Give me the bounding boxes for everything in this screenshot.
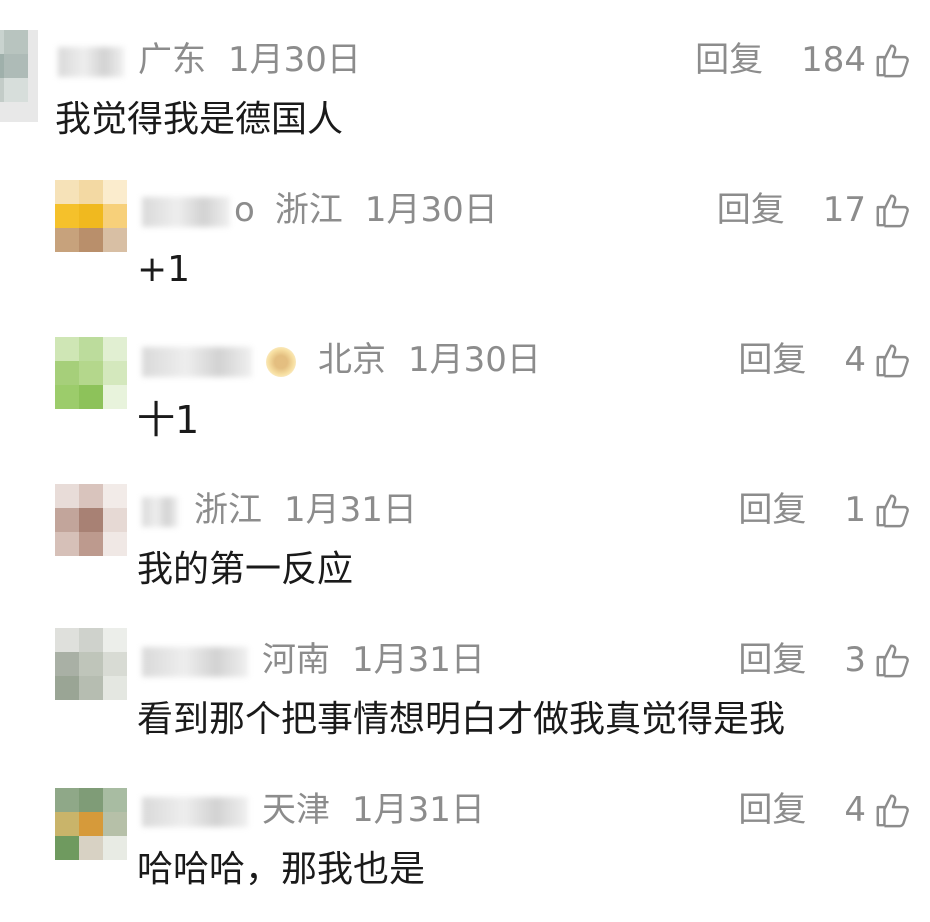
like-count: 3 [844,640,866,680]
comment-meta: 河南 1月31日 [142,634,485,686]
avatar[interactable] [55,337,127,409]
username-blurred[interactable] [142,646,248,677]
comment-region: 河南 [262,640,330,680]
comment-actions: 回复 1 [738,484,912,536]
username-blurred[interactable] [58,46,124,77]
username-blurred[interactable] [142,796,248,827]
comment-date: 1月30日 [364,190,498,230]
comment-actions: 回复 184 [695,34,912,86]
comment-date: 1月31日 [284,490,417,530]
avatar[interactable] [0,30,38,122]
avatar[interactable] [55,180,127,252]
thumbs-up-icon[interactable] [874,191,912,229]
comment-region: 浙江 [194,490,262,530]
like-count: 184 [801,40,866,80]
sunflower-icon [266,346,296,377]
like-count: 4 [844,790,866,830]
comment-actions: 回复 4 [738,784,912,836]
comment-meta: 浙江 1月31日 [142,484,417,536]
comment-meta: 北京 1月30日 [142,334,541,386]
reply-button[interactable]: 回复 [695,34,763,86]
thumbs-up-icon[interactable] [874,791,912,829]
avatar[interactable] [55,628,127,700]
avatar[interactable] [55,788,127,860]
comment-meta: 广东 1月30日 [58,34,361,86]
comment-actions: 回复 3 [738,634,912,686]
comment-actions: 回复 17 [717,184,912,236]
thumbs-up-icon[interactable] [874,641,912,679]
like-count: 17 [822,190,866,230]
comment-date: 1月31日 [352,640,485,680]
comment-region: 天津 [262,790,330,830]
like-count: 4 [844,340,866,380]
reply-button[interactable]: 回复 [738,334,806,386]
avatar[interactable] [55,484,127,556]
reply-button[interactable]: 回复 [738,634,806,686]
comment-date: 1月31日 [352,790,485,830]
comment-region: 浙江 [274,190,343,230]
thumbs-up-icon[interactable] [874,341,912,379]
comment-text: 十1 [137,398,200,442]
reply-button[interactable]: 回复 [717,184,785,236]
username-blurred[interactable] [142,196,230,227]
comment-region: 广东 [138,40,206,80]
comment-date: 1月30日 [228,40,361,80]
comment-region: 北京 [318,340,386,380]
thumbs-up-icon[interactable] [874,41,912,79]
username-blurred[interactable] [142,496,178,527]
comment-text: +1 [137,249,191,290]
comment-text: 我的第一反应 [137,549,354,590]
username-blurred[interactable] [142,346,252,377]
comment-text: 看到那个把事情想明白才做我真觉得是我 [137,699,786,740]
comment-meta: 天津 1月31日 [142,784,485,836]
reply-button[interactable]: 回复 [738,784,806,836]
username-partial: o [234,190,255,230]
comment-actions: 回复 4 [738,334,912,386]
comment-date: 1月30日 [408,340,541,380]
thumbs-up-icon[interactable] [874,491,912,529]
comment-text: 哈哈哈，那我也是 [137,849,426,890]
comment-text: 我觉得我是德国人 [55,99,344,140]
comment-meta: o 浙江 1月30日 [142,184,498,236]
reply-button[interactable]: 回复 [738,484,806,536]
like-count: 1 [844,490,866,530]
